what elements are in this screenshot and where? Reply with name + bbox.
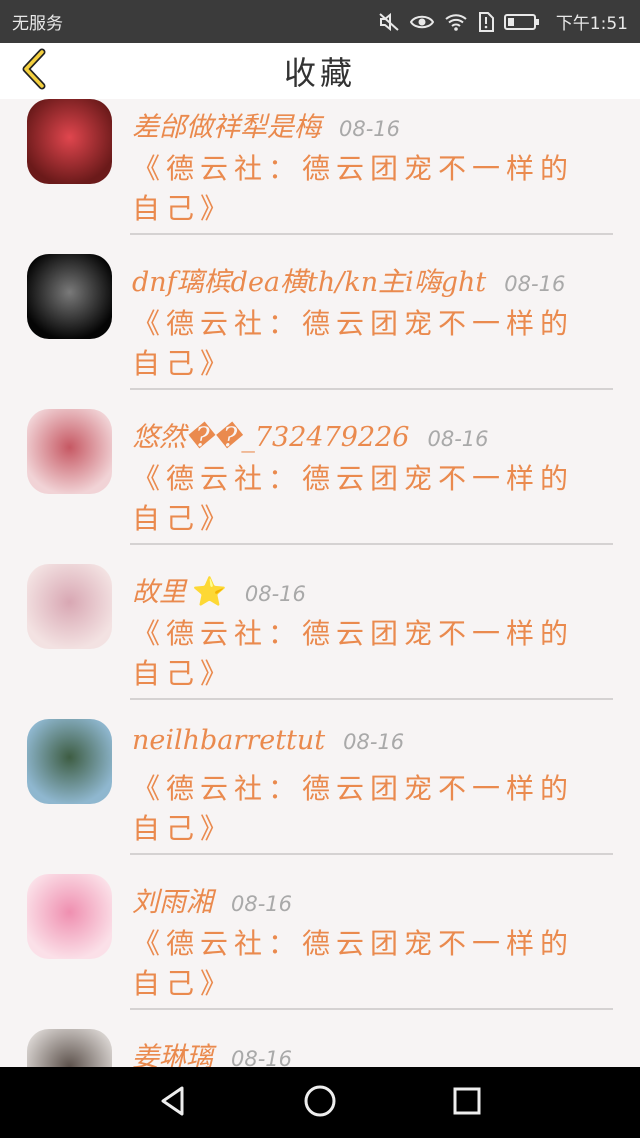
avatar[interactable] xyxy=(27,564,112,649)
star-icon: ⭐ xyxy=(192,575,227,608)
name-row: neilhbarrettut 08-16 xyxy=(132,725,404,756)
favorite-date: 08-16 xyxy=(231,1047,293,1067)
favorite-item[interactable]: 姜琳璃08-16《德云社：德云团宠不一样的自己》 xyxy=(0,1029,640,1067)
divider xyxy=(130,388,613,390)
favorite-title[interactable]: 《德云社：德云团宠不一样的自己》 xyxy=(132,614,592,694)
battery-icon xyxy=(503,13,540,31)
name-row: 刘雨湘 08-16 xyxy=(132,880,292,919)
nav-home-button[interactable] xyxy=(290,1073,350,1133)
status-icons: 下午1:51 xyxy=(378,9,628,34)
user-name[interactable]: 悠然��_732479226 xyxy=(132,415,409,454)
avatar[interactable] xyxy=(27,409,112,494)
favorite-date: 08-16 xyxy=(231,892,293,916)
favorite-title[interactable]: 《德云社：德云团宠不一样的自己》 xyxy=(132,459,592,539)
triangle-back-icon xyxy=(158,1085,188,1121)
name-row: 姜琳璃 08-16 xyxy=(132,1035,292,1067)
favorite-title[interactable]: 《德云社：德云团宠不一样的自己》 xyxy=(132,924,592,1004)
page-title: 收藏 xyxy=(283,54,356,92)
divider xyxy=(130,233,613,235)
app-header: 收藏 xyxy=(0,43,640,99)
name-row: 故里 ⭐ 08-16 xyxy=(132,570,306,609)
avatar[interactable] xyxy=(27,719,112,804)
favorite-title[interactable]: 《德云社：德云团宠不一样的自己》 xyxy=(132,769,592,849)
name-row: dnf璃槟dea横th/kn主i嗨ght 08-16 xyxy=(132,260,565,299)
avatar[interactable] xyxy=(27,254,112,339)
name-row: 悠然��_732479226 08-16 xyxy=(132,415,489,454)
favorite-item[interactable]: 故里 ⭐ 08-16 《德云社：德云团宠不一样的自己》 xyxy=(0,564,640,719)
favorites-list: 差邰做祥犁是梅 08-16 《德云社：德云团宠不一样的自己》 dnf璃槟dea横th/… xyxy=(0,99,640,1067)
status-bar: 无服务 下午1:51 xyxy=(0,0,640,43)
sim-alert-icon xyxy=(478,11,494,32)
divider xyxy=(130,698,613,700)
user-name[interactable]: dnf璃槟dea横th/kn主i嗨ght xyxy=(132,260,486,299)
favorite-title[interactable]: 《德云社：德云团宠不一样的自己》 xyxy=(132,304,592,384)
favorite-item[interactable]: 差邰做祥犁是梅 08-16 《德云社：德云团宠不一样的自己》 xyxy=(0,99,640,254)
square-recents-icon xyxy=(452,1086,482,1120)
wifi-icon xyxy=(444,13,468,31)
user-name[interactable]: 姜琳璃 xyxy=(132,1035,213,1067)
name-row: 差邰做祥犁是梅 08-16 xyxy=(132,105,400,144)
user-name[interactable]: 差邰做祥犁是梅 xyxy=(132,105,321,144)
carrier-label: 无服务 xyxy=(12,14,63,34)
favorite-date: 08-16 xyxy=(504,272,566,296)
favorite-date: 08-16 xyxy=(343,730,405,754)
clock: 下午1:51 xyxy=(555,14,628,34)
circle-home-icon xyxy=(303,1084,337,1122)
user-name[interactable]: 刘雨湘 xyxy=(132,880,213,919)
avatar[interactable] xyxy=(27,99,112,184)
favorite-date: 08-16 xyxy=(339,117,401,141)
nav-back-button[interactable] xyxy=(143,1073,203,1133)
nav-recents-button[interactable] xyxy=(437,1073,497,1133)
avatar[interactable] xyxy=(27,1029,112,1067)
eye-icon xyxy=(409,13,434,31)
favorite-title[interactable]: 《德云社：德云团宠不一样的自己》 xyxy=(132,149,592,229)
favorite-item[interactable]: dnf璃槟dea横th/kn主i嗨ght 08-16 《德云社：德云团宠不一样的自己… xyxy=(0,254,640,409)
user-name[interactable]: neilhbarrettut xyxy=(132,725,325,756)
favorite-item[interactable]: 悠然��_732479226 08-16 《德云社：德云团宠不一样的自己》 xyxy=(0,409,640,564)
system-nav-bar xyxy=(0,1067,640,1138)
divider xyxy=(130,853,613,855)
mute-icon xyxy=(378,12,400,32)
avatar[interactable] xyxy=(27,874,112,959)
user-name[interactable]: 故里 xyxy=(132,570,186,609)
divider xyxy=(130,1008,613,1010)
favorite-date: 08-16 xyxy=(244,582,306,606)
favorite-item[interactable]: 刘雨湘 08-16 《德云社：德云团宠不一样的自己》 xyxy=(0,874,640,1029)
divider xyxy=(130,543,613,545)
chevron-left-icon xyxy=(18,48,50,94)
favorite-item[interactable]: neilhbarrettut 08-16 《德云社：德云团宠不一样的自己》 xyxy=(0,719,640,874)
back-button[interactable] xyxy=(14,48,54,94)
favorite-date: 08-16 xyxy=(427,427,489,451)
